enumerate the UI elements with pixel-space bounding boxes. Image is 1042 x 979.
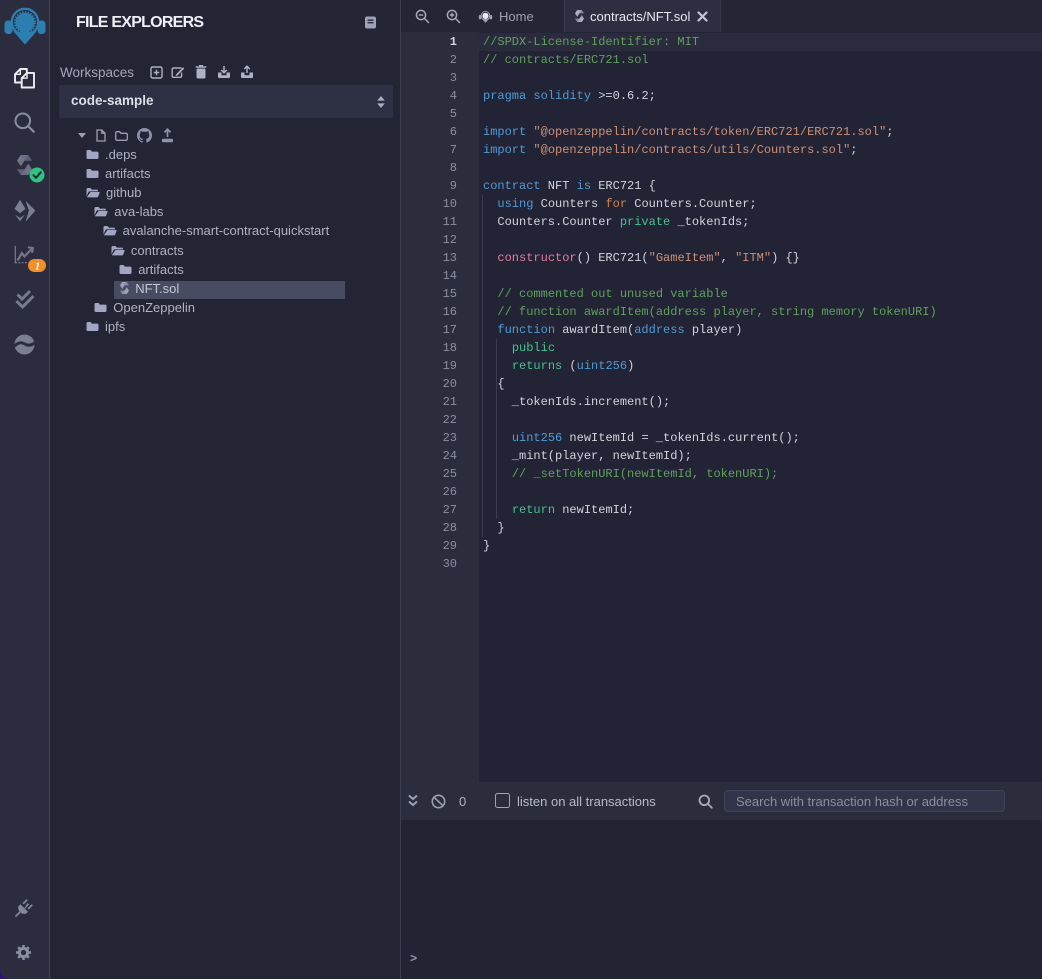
svg-text:1: 1 — [35, 261, 41, 273]
